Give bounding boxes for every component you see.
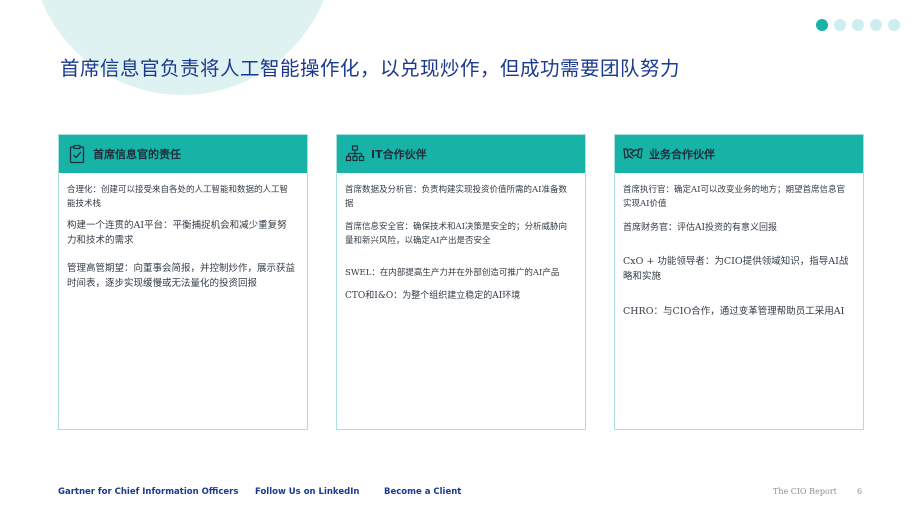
handshake-icon xyxy=(623,144,643,164)
card-body: 合理化：创建可以接受来自各处的人工智能和数据的人工智能技术栈 构建一个连贯的AI… xyxy=(59,173,307,291)
footer-report-name: The CIO Report xyxy=(773,487,837,496)
list-item: SWEL：在内部提高生产力并在外部创造可推广的AI产品 xyxy=(345,268,560,278)
clipboard-check-icon xyxy=(67,144,87,164)
card-title: IT合作伙伴 xyxy=(371,148,427,161)
list-item: 首席财务官：评估AI投资的有意义回报 xyxy=(623,223,778,233)
footer-link-gartner-cio[interactable]: Gartner for Chief Information Officers xyxy=(58,487,238,497)
list-item: CxO + 功能领导者：为CIO提供领域知识，指导AI战略和实施 xyxy=(623,256,849,282)
card-body: 首席执行官：确定AI可以改变业务的地方；期望首席信息官实现AI价值 首席财务官：… xyxy=(615,173,863,319)
card-title: 业务合作伙伴 xyxy=(649,148,715,161)
list-item: CTO和I&O：为整个组织建立稳定的AI环境 xyxy=(345,291,521,301)
footer-link-become-client[interactable]: Become a Client xyxy=(384,487,461,497)
pagination-dot-5[interactable] xyxy=(888,19,900,31)
pagination-dot-3[interactable] xyxy=(852,19,864,31)
card-business-partners: 业务合作伙伴 首席执行官：确定AI可以改变业务的地方；期望首席信息官实现AI价值… xyxy=(614,134,864,430)
pagination-dot-2[interactable] xyxy=(834,19,846,31)
list-item: CHRO：与CIO合作，通过变革管理帮助员工采用AI xyxy=(623,306,845,317)
card-cio-responsibilities: 首席信息官的责任 合理化：创建可以接受来自各处的人工智能和数据的人工智能技术栈 … xyxy=(58,134,308,430)
footer-link-linkedin[interactable]: Follow Us on LinkedIn xyxy=(255,487,359,497)
page-number: 6 xyxy=(857,487,863,496)
list-item: 合理化：创建可以接受来自各处的人工智能和数据的人工智能技术栈 xyxy=(67,185,289,209)
card-body: 首席数据及分析官：负责构建实现投资价值所需的AI准备数据 首席信息安全官：确保技… xyxy=(337,173,585,303)
card-it-partners: IT合作伙伴 首席数据及分析官：负责构建实现投资价值所需的AI准备数据 首席信息… xyxy=(336,134,586,430)
list-item: 构建一个连贯的AI平台：平衡捕捉机会和减少重复努力和技术的需求 xyxy=(67,220,287,246)
org-chart-icon xyxy=(345,144,365,164)
card-header: IT合作伙伴 xyxy=(337,135,585,173)
pagination-dot-1[interactable] xyxy=(816,19,828,31)
list-item: 首席信息安全官：确保技术和AI决策是安全的；分析威胁向量和新兴风险，以确定AI产… xyxy=(345,222,567,246)
pagination-dot-4[interactable] xyxy=(870,19,882,31)
pagination-dots xyxy=(816,19,900,31)
card-header: 首席信息官的责任 xyxy=(59,135,307,173)
card-title: 首席信息官的责任 xyxy=(93,148,181,161)
page-title: 首席信息官负责将人工智能操作化，以兑现炒作，但成功需要团队努力 xyxy=(60,57,681,80)
list-item: 管理高管期望：向董事会简报，并控制炒作，展示获益时间表，逐步实现缓慢或无法量化的… xyxy=(67,263,296,289)
list-item: 首席数据及分析官：负责构建实现投资价值所需的AI准备数据 xyxy=(345,185,567,209)
card-header: 业务合作伙伴 xyxy=(615,135,863,173)
list-item: 首席执行官：确定AI可以改变业务的地方；期望首席信息官实现AI价值 xyxy=(623,185,845,209)
